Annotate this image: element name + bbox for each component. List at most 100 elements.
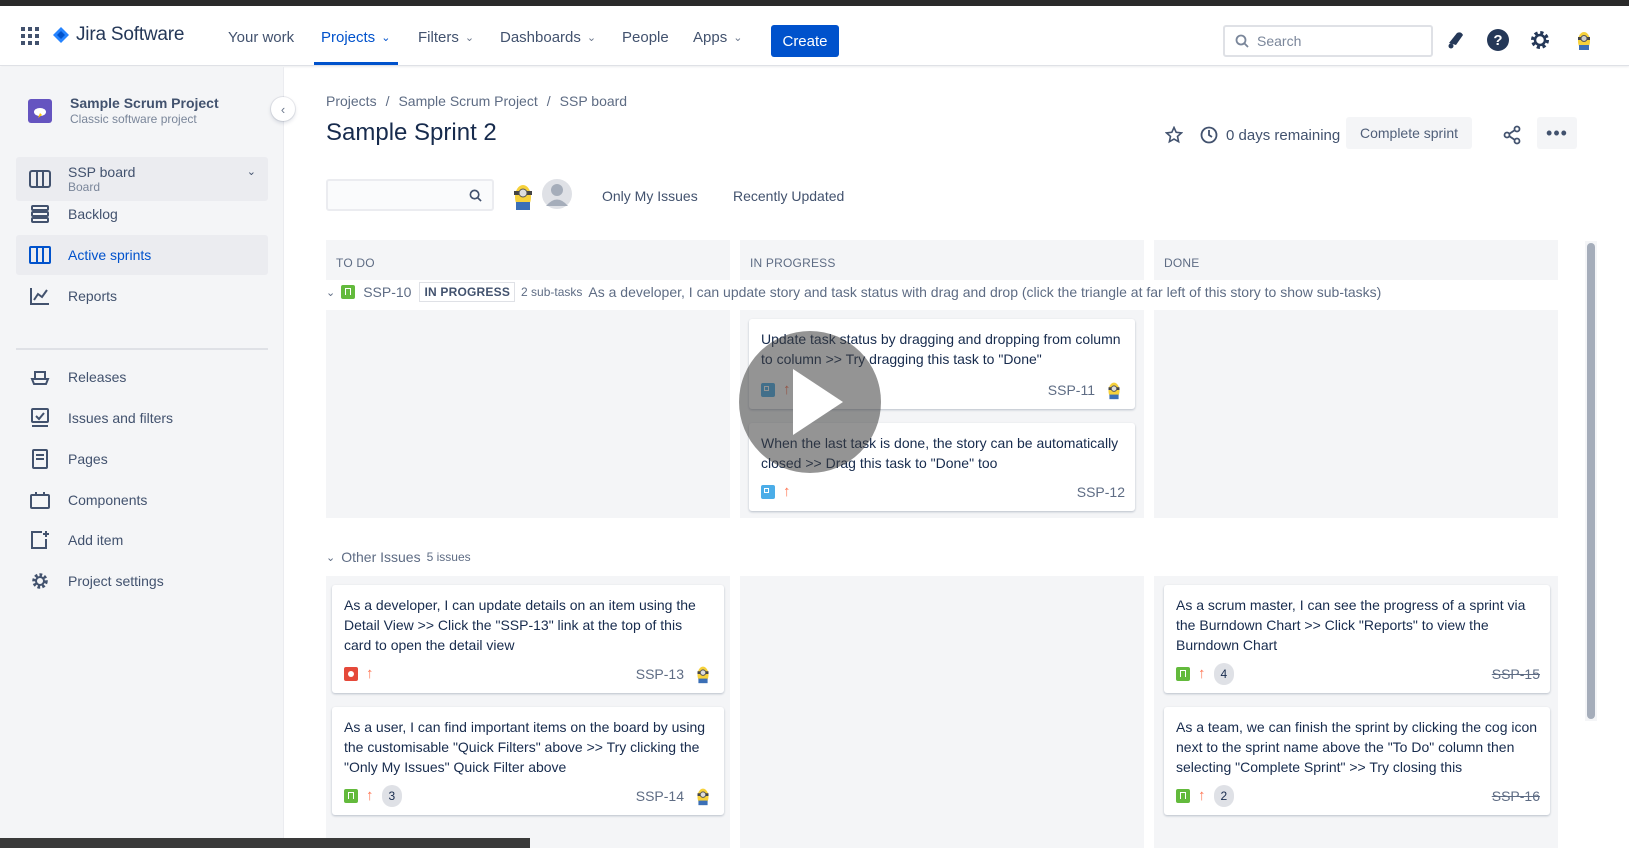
chevron-down-icon[interactable]: ⌄ (247, 165, 256, 178)
column-cell-todo (326, 310, 730, 518)
chevron-left-icon: ‹ (280, 101, 286, 117)
help-icon[interactable]: ? (1486, 28, 1510, 52)
nav-your-work[interactable]: Your work (228, 26, 294, 48)
sidebar-collapse-button[interactable]: ‹ (271, 97, 295, 121)
star-icon[interactable] (1165, 126, 1183, 144)
bug-icon (344, 667, 358, 681)
issue-card-ssp-14[interactable]: As a user, I can find important items on… (332, 707, 724, 815)
sidebar-label: Issues and filters (68, 410, 174, 426)
components-icon (28, 488, 52, 512)
board-subtitle: Board (68, 180, 101, 194)
sidebar-item-add-item[interactable]: Add item (16, 520, 268, 560)
complete-sprint-button[interactable]: Complete sprint (1346, 117, 1472, 149)
sidebar-item-issues-and-filters[interactable]: Issues and filters (16, 398, 268, 438)
swimlane-header-ssp-10[interactable]: ⌄ SSP-10 IN PROGRESS 2 sub-tasks As a de… (326, 282, 1381, 302)
swimlane-key[interactable]: SSP-10 (363, 284, 411, 300)
sidebar-item-project-settings[interactable]: Project settings (16, 561, 268, 601)
sidebar-item-reports[interactable]: Reports (16, 276, 268, 316)
chevron-down-icon: ⌄ (464, 31, 475, 44)
board-search-input[interactable] (326, 179, 494, 211)
sidebar-label: Backlog (68, 206, 118, 222)
swimlane-title: Other Issues (341, 549, 421, 565)
backlog-icon (28, 202, 52, 226)
card-summary: As a developer, I can update details on … (344, 597, 696, 653)
share-icon[interactable] (1502, 125, 1522, 145)
chevron-down-icon: ⌄ (381, 31, 391, 44)
nav-label: Apps (693, 28, 728, 46)
issue-key[interactable]: SSP-15 (1492, 664, 1540, 684)
issues-filter-icon (28, 406, 52, 430)
issue-key[interactable]: SSP-13 (636, 664, 684, 684)
project-name: Sample Scrum Project (70, 95, 219, 111)
sidebar-divider (16, 348, 268, 350)
nav-projects[interactable]: Projects ⌄ (321, 26, 390, 48)
column-header-in-progress: IN PROGRESS (740, 240, 1144, 280)
nav-filters[interactable]: Filters ⌄ (418, 26, 474, 48)
nav-people[interactable]: People (622, 26, 669, 48)
sidebar-item-components[interactable]: Components (16, 480, 268, 520)
sidebar-item-active-sprints[interactable]: Active sprints (16, 235, 268, 275)
issue-card-ssp-16[interactable]: As a team, we can finish the sprint by c… (1164, 707, 1550, 815)
star-outline-icon (1165, 126, 1183, 144)
card-summary: As a scrum master, I can see the progres… (1176, 597, 1526, 653)
add-page-icon (28, 528, 52, 552)
issue-key[interactable]: SSP-12 (1077, 482, 1125, 502)
user-avatar-icon[interactable] (1572, 28, 1596, 52)
breadcrumb-board[interactable]: SSP board (560, 93, 627, 109)
notifications-icon[interactable] (1444, 28, 1468, 52)
create-button[interactable]: Create (771, 25, 839, 57)
assignee-filter-avatar[interactable] (508, 179, 538, 211)
nav-label: Projects (321, 28, 376, 46)
nav-label: Your work (228, 28, 295, 46)
sidebar-label: Project settings (68, 573, 164, 589)
sidebar-label: Releases (68, 369, 127, 385)
chevron-down-icon[interactable]: ⌄ (326, 551, 335, 564)
nav-label: Dashboards (500, 28, 581, 46)
quick-filter-only-my-issues[interactable]: Only My Issues (602, 188, 698, 204)
jira-logo[interactable]: Jira Software (52, 24, 184, 46)
issue-key[interactable]: SSP-16 (1492, 786, 1540, 806)
more-dots-icon: ••• (1546, 122, 1568, 143)
subtask-icon (761, 485, 775, 499)
video-play-overlay[interactable] (739, 331, 881, 473)
active-sprints-icon (28, 243, 52, 267)
days-remaining: 0 days remaining (1226, 126, 1341, 144)
svg-text:?: ? (1493, 32, 1502, 49)
sidebar-item-pages[interactable]: Pages (16, 439, 268, 479)
project-header[interactable]: Sample Scrum Project Classic software pr… (28, 95, 219, 126)
settings-gear-icon[interactable] (1528, 28, 1552, 52)
issue-key[interactable]: SSP-11 (1048, 380, 1095, 400)
search-icon (469, 189, 482, 202)
clock-icon (1200, 126, 1218, 144)
nav-dashboards[interactable]: Dashboards ⌄ (500, 26, 596, 48)
unassigned-avatar[interactable] (540, 177, 574, 211)
breadcrumb-projects[interactable]: Projects (326, 93, 377, 109)
breadcrumb: Projects / Sample Scrum Project / SSP boar… (326, 93, 627, 109)
nav-apps[interactable]: Apps ⌄ (693, 26, 742, 48)
nav-label: Filters (418, 28, 459, 46)
board-icon (28, 167, 52, 191)
sidebar-label: Reports (68, 288, 118, 304)
sidebar-item-backlog[interactable]: Backlog (16, 194, 268, 234)
sprint-time-remaining: 0 days remaining (1200, 126, 1340, 144)
story-points-badge: 4 (1213, 663, 1235, 685)
story-icon (1176, 667, 1190, 681)
board-scrollbar-thumb[interactable] (1587, 243, 1595, 719)
chevron-down-icon[interactable]: ⌄ (326, 286, 335, 299)
quick-filter-recently-updated[interactable]: Recently Updated (733, 188, 844, 204)
issue-card-ssp-15[interactable]: As a scrum master, I can see the progres… (1164, 585, 1550, 693)
search-input[interactable]: Search (1223, 25, 1433, 57)
sidebar-item-releases[interactable]: Releases (16, 357, 268, 397)
swimlane-header-other-issues[interactable]: ⌄ Other Issues 5 issues (326, 549, 471, 565)
issue-card-ssp-13[interactable]: As a developer, I can update details on … (332, 585, 724, 693)
more-actions-button[interactable]: ••• (1537, 117, 1577, 149)
story-icon (341, 285, 356, 299)
pages-document-icon (28, 447, 52, 471)
releases-ship-icon (28, 365, 52, 389)
app-switcher-icon[interactable] (20, 26, 40, 46)
breadcrumb-project[interactable]: Sample Scrum Project (398, 93, 537, 109)
priority-high-icon: ↑ (366, 665, 374, 682)
assignee-avatar (697, 666, 709, 684)
reports-chart-icon (28, 284, 52, 308)
issue-key[interactable]: SSP-14 (636, 786, 684, 806)
